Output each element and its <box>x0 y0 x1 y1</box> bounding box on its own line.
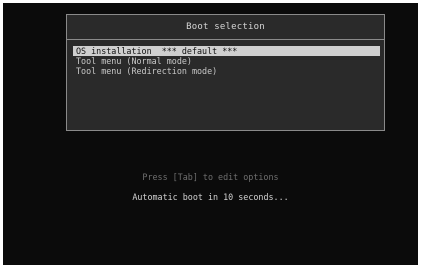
boot-option-tool-menu-redirection[interactable]: Tool menu (Redirection mode) <box>73 66 380 76</box>
boot-option-os-installation[interactable]: OS installation *** default *** <box>73 46 380 56</box>
edit-options-hint: Press [Tab] to edit options <box>142 172 279 182</box>
boot-selection-panel: Boot selection OS installation *** defau… <box>66 14 385 131</box>
boot-screen: Boot selection OS installation *** defau… <box>3 3 418 265</box>
boot-option-tool-menu-normal[interactable]: Tool menu (Normal mode) <box>73 56 380 66</box>
boot-selection-title: Boot selection <box>67 15 384 40</box>
autoboot-countdown: Automatic boot in 10 seconds... <box>132 192 289 202</box>
boot-menu-list: OS installation *** default *** Tool men… <box>73 46 380 76</box>
